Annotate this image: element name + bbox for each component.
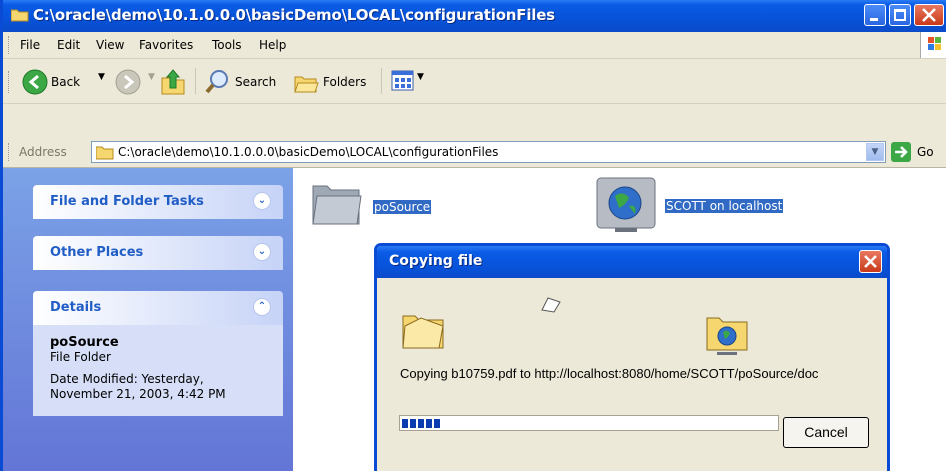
folder-icon: [11, 9, 29, 22]
go-button[interactable]: Go: [917, 145, 934, 159]
web-folder-globe-icon: [596, 177, 656, 232]
expand-chevron-icon[interactable]: ⌄: [253, 192, 271, 210]
details-name: poSource: [50, 335, 119, 350]
menu-favorites[interactable]: Favorites: [139, 38, 193, 52]
copying-status-text: Copying b10759.pdf to http://localhost:8…: [400, 366, 819, 381]
forward-dropdown-icon[interactable]: ▼: [148, 72, 155, 82]
views-icon[interactable]: [391, 69, 415, 93]
scott-label[interactable]: SCOTT on localhost: [663, 198, 785, 214]
views-dropdown-icon[interactable]: ▼: [417, 72, 424, 82]
other-places-section[interactable]: Other Places ⌄: [33, 236, 283, 270]
minimize-button[interactable]: [864, 4, 886, 26]
folder-icon: [312, 185, 362, 225]
flying-paper-icon: [541, 297, 561, 313]
posource-label[interactable]: poSource: [371, 199, 433, 215]
copy-progress-bar: [399, 415, 779, 431]
menu-file[interactable]: File: [20, 38, 40, 52]
search-button[interactable]: Search: [235, 75, 276, 89]
dialog-close-button[interactable]: [859, 250, 882, 273]
address-dropdown-icon[interactable]: ▼: [866, 143, 884, 161]
web-folder-item-scott[interactable]: SCOTT on localhost: [595, 176, 785, 239]
windows-logo-icon: [920, 32, 946, 58]
maximize-button[interactable]: [889, 4, 911, 26]
file-and-folder-tasks-section[interactable]: File and Folder Tasks ⌄: [33, 185, 283, 219]
details-type: File Folder: [50, 350, 111, 364]
collapse-chevron-icon[interactable]: ⌃: [253, 298, 271, 316]
details-section: Details ⌃ poSource File Folder Date Modi…: [33, 291, 283, 416]
back-arrow-icon[interactable]: [22, 69, 48, 95]
details-title: Details: [50, 300, 102, 315]
file-and-folder-tasks-title: File and Folder Tasks: [50, 194, 204, 209]
menu-bar: File Edit View Favorites Tools Help: [3, 32, 946, 59]
address-label: Address: [19, 145, 67, 159]
folder-item-posource[interactable]: poSource: [311, 178, 433, 229]
address-input[interactable]: C:\oracle\demo\10.1.0.0.0\basicDemo\LOCA…: [91, 141, 886, 163]
go-arrow-icon[interactable]: [891, 142, 911, 162]
close-button[interactable]: [914, 4, 944, 26]
forward-arrow-icon[interactable]: [115, 69, 141, 95]
folders-icon[interactable]: [293, 69, 319, 95]
source-folder-icon: [402, 315, 444, 349]
details-modified: Date Modified: Yesterday, November 21, 2…: [50, 372, 226, 401]
window-title: C:\oracle\demo\10.1.0.0.0\basicDemo\LOCA…: [33, 6, 555, 24]
folders-button[interactable]: Folders: [323, 75, 366, 89]
explorer-window: C:\oracle\demo\10.1.0.0.0\basicDemo\LOCA…: [0, 0, 946, 471]
task-pane: File and Folder Tasks ⌄ Other Places ⌄ D…: [3, 168, 293, 471]
address-bar: Address C:\oracle\demo\10.1.0.0.0\basicD…: [3, 137, 946, 168]
menu-edit[interactable]: Edit: [57, 38, 80, 52]
back-button[interactable]: Back: [51, 75, 80, 89]
menu-tools[interactable]: Tools: [212, 38, 242, 52]
back-dropdown-icon[interactable]: ▼: [98, 72, 105, 82]
title-bar[interactable]: C:\oracle\demo\10.1.0.0.0\basicDemo\LOCA…: [3, 0, 946, 32]
cancel-button[interactable]: Cancel: [783, 417, 869, 448]
destination-web-folder-icon: [706, 317, 748, 355]
close-icon: [864, 255, 877, 268]
dialog-title: Copying file: [389, 253, 483, 269]
menu-view[interactable]: View: [96, 38, 124, 52]
expand-chevron-icon[interactable]: ⌄: [253, 243, 271, 261]
other-places-title: Other Places: [50, 245, 144, 260]
copying-file-dialog: Copying file Copying b10759.pdf to http:…: [374, 243, 890, 471]
standard-toolbar: Back ▼ ▼ Search Folders ▼: [3, 59, 946, 104]
folder-icon: [96, 146, 114, 160]
search-icon[interactable]: [205, 69, 231, 95]
up-folder-icon[interactable]: [160, 68, 186, 96]
dialog-title-bar[interactable]: Copying file: [377, 246, 887, 278]
close-icon: [922, 8, 936, 22]
menu-help[interactable]: Help: [259, 38, 286, 52]
address-value: C:\oracle\demo\10.1.0.0.0\basicDemo\LOCA…: [118, 145, 499, 159]
